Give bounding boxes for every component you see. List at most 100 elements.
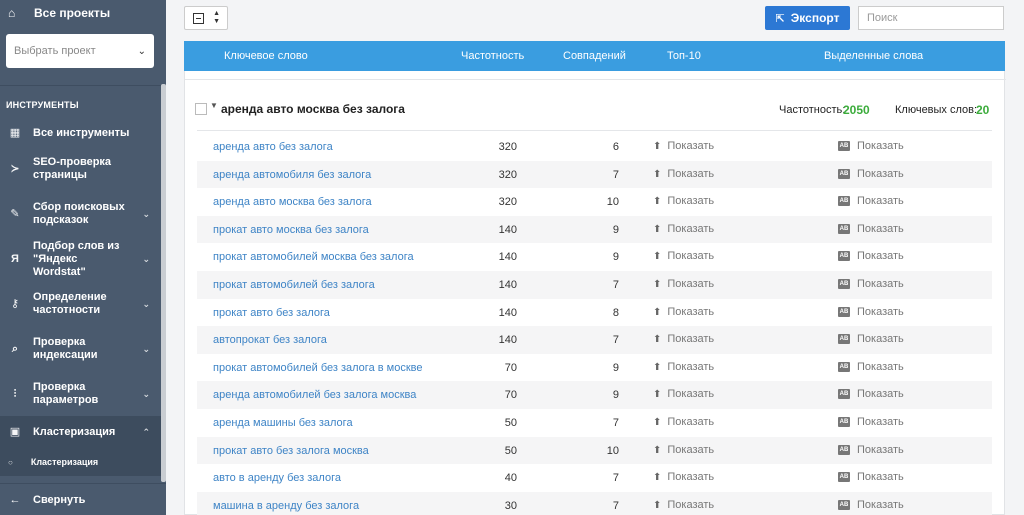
group-title: аренда авто москва без залога	[221, 102, 405, 116]
highlighted-show-button[interactable]: AB Показать	[838, 444, 904, 456]
keyword-link[interactable]: прокат авто без залога москва	[213, 445, 369, 457]
matches-cell: 9	[612, 223, 619, 236]
frequency-cell: 70	[504, 361, 517, 374]
sidebar-item-label: Проверка индексации	[33, 336, 98, 361]
header-top10[interactable]: Топ-10	[667, 50, 701, 62]
top10-show-button[interactable]: ⬆ Показать	[653, 444, 714, 456]
show-label: Показать	[667, 167, 715, 180]
table-row: прокат автомобилей москва без залога 140 9…	[197, 243, 992, 271]
table-row: аренда автомобиля без залога 320 7 ⬆ Показат…	[197, 160, 992, 189]
highlighted-show-button[interactable]: AB Показать	[838, 195, 904, 207]
group-checkbox[interactable]	[195, 103, 207, 115]
highlighted-show-button[interactable]: AB Показать	[838, 361, 904, 373]
export-button[interactable]: ⇱ Экспорт	[765, 6, 850, 30]
highlighted-show-button[interactable]: AB Показать	[838, 416, 904, 428]
group-keywords-value: 20	[976, 103, 990, 117]
sidebar-subitem-label: Кластеризация	[30, 457, 99, 467]
show-label: Показать	[857, 167, 904, 180]
sidebar-item-seo-check[interactable]: ≻ SEO-проверка страницы	[0, 146, 166, 192]
sidebar-item-clustering[interactable]: ▣ Кластеризация ⌃	[0, 416, 166, 448]
keyword-link[interactable]: аренда автомобиля без залога	[213, 169, 371, 181]
top10-show-button[interactable]: ⬆ Показать	[653, 250, 714, 262]
all-projects-label: Все проекты	[34, 6, 111, 20]
highlighted-show-button[interactable]: AB Показать	[838, 306, 904, 318]
keyword-link[interactable]: авто в аренду без залога	[213, 472, 341, 484]
ab-icon: AB	[838, 389, 850, 400]
divider	[197, 130, 992, 131]
top10-show-button[interactable]: ⬆ Показать	[653, 333, 714, 345]
caret-down-icon[interactable]: ▼	[210, 101, 218, 110]
terminal-icon: ≻	[10, 162, 20, 175]
sidebar-top: ⌂ Все проекты Выбрать проект ⌄	[0, 0, 166, 86]
header-frequency[interactable]: Частотность	[461, 50, 524, 62]
keyword-link[interactable]: прокат автомобилей без залога	[213, 279, 375, 291]
highlighted-show-button[interactable]: AB Показать	[838, 168, 904, 180]
sidebar-item-suggestions[interactable]: ✎ Сбор поисковых подсказок ⌄	[0, 192, 166, 236]
top10-show-button[interactable]: ⬆ Показать	[653, 388, 714, 400]
top10-show-button[interactable]: ⬆ Показать	[653, 278, 714, 290]
header-matches[interactable]: Совпадений	[563, 50, 626, 62]
all-projects-link[interactable]: ⌂ Все проекты	[8, 6, 110, 20]
sidebar-item-parameters[interactable]: ⫶ Проверка параметров ⌄	[0, 372, 166, 416]
keyword-link[interactable]: аренда авто без залога	[213, 141, 333, 153]
frequency-cell: 30	[504, 499, 517, 512]
search-icon: ⌕	[11, 342, 19, 355]
highlighted-show-button[interactable]: AB Показать	[838, 250, 904, 262]
keyword-link[interactable]: прокат автомобилей москва без залога	[213, 251, 414, 263]
show-label: Показать	[667, 415, 715, 428]
sidebar-item-wordstat[interactable]: Я Подбор слов из "Яндекс Wordstat" ⌄	[0, 236, 166, 282]
matches-cell: 7	[612, 499, 619, 512]
header-highlighted[interactable]: Выделенные слова	[824, 50, 923, 62]
keyword-link[interactable]: аренда автомобилей без залога москва	[213, 389, 416, 401]
top10-show-button[interactable]: ⬆ Показать	[653, 416, 714, 428]
keyword-link[interactable]: аренда машины без залога	[213, 417, 353, 429]
sidebar-item-all-tools[interactable]: ▦ Все инструменты	[0, 120, 166, 146]
bullet-icon: ○	[8, 457, 13, 467]
sidebar-subitem-clustering[interactable]: ○ Кластеризация	[0, 448, 166, 476]
show-label: Показать	[857, 498, 904, 511]
keyword-link[interactable]: машина в аренду без залога	[213, 500, 359, 512]
sidebar-item-indexing[interactable]: ⌕ Проверка индексации ⌄	[0, 326, 166, 372]
keyword-link[interactable]: прокат авто без залога	[213, 307, 330, 319]
top10-show-button[interactable]: ⬆ Показать	[653, 499, 714, 511]
header-keyword[interactable]: Ключевое слово	[224, 50, 308, 62]
ya-icon: Я	[11, 252, 19, 265]
ab-icon: AB	[838, 168, 850, 179]
top10-show-button[interactable]: ⬆ Показать	[653, 306, 714, 318]
search-input[interactable]: Поиск	[858, 6, 1004, 30]
top10-show-button[interactable]: ⬆ Показать	[653, 168, 714, 180]
keyword-link[interactable]: аренда авто москва без залога	[213, 196, 372, 208]
ab-icon: AB	[838, 251, 850, 262]
highlighted-show-button[interactable]: AB Показать	[838, 499, 904, 511]
select-all-dropdown[interactable]: ▲ ▼	[184, 6, 228, 30]
highlighted-show-button[interactable]: AB Показать	[838, 333, 904, 345]
table-row: аренда автомобилей без залога москва 70 9 ⬆…	[197, 381, 992, 409]
highlighted-show-button[interactable]: AB Показать	[838, 223, 904, 235]
keyword-link[interactable]: прокат автомобилей без залога в москве	[213, 362, 422, 374]
frequency-cell: 40	[504, 472, 517, 485]
top10-show-button[interactable]: ⬆ Показать	[653, 361, 714, 373]
upload-icon: ⬆	[653, 141, 662, 152]
chevron-down-icon: ⌄	[137, 45, 146, 57]
highlighted-show-button[interactable]: AB Показать	[838, 471, 904, 483]
table-row: авто в аренду без залога 40 7 ⬆ Показать AB По…	[197, 464, 992, 492]
group-frequency-label: Частотность:	[779, 104, 846, 116]
highlighted-show-button[interactable]: AB Показать	[838, 388, 904, 400]
project-select[interactable]: Выбрать проект ⌄	[6, 34, 154, 68]
keyword-rows: аренда авто без залога 320 6 ⬆ Показать AB Пок…	[197, 133, 992, 515]
sidebar-item-frequency[interactable]: ⚷ Определение частотности ⌄	[0, 282, 166, 326]
toolbar: ▲ ▼ ⇱ Экспорт Поиск	[166, 0, 1024, 40]
collapse-button[interactable]: ← Свернуть	[0, 483, 166, 515]
top10-show-button[interactable]: ⬆ Показать	[653, 471, 714, 483]
show-label: Показать	[667, 333, 715, 346]
top10-show-button[interactable]: ⬆ Показать	[653, 140, 714, 152]
highlighted-show-button[interactable]: AB Показать	[838, 140, 904, 152]
highlighted-show-button[interactable]: AB Показать	[838, 278, 904, 290]
frequency-cell: 50	[504, 416, 517, 429]
top10-show-button[interactable]: ⬆ Показать	[653, 195, 714, 207]
cluster-panel: ▼ аренда авто москва без залога Частотно…	[184, 71, 1006, 515]
keyword-link[interactable]: автопрокат без залога	[213, 334, 327, 346]
keyword-link[interactable]: прокат авто москва без залога	[213, 224, 369, 236]
top10-show-button[interactable]: ⬆ Показать	[653, 223, 714, 235]
sidebar-item-label: Все инструменты	[33, 126, 130, 139]
